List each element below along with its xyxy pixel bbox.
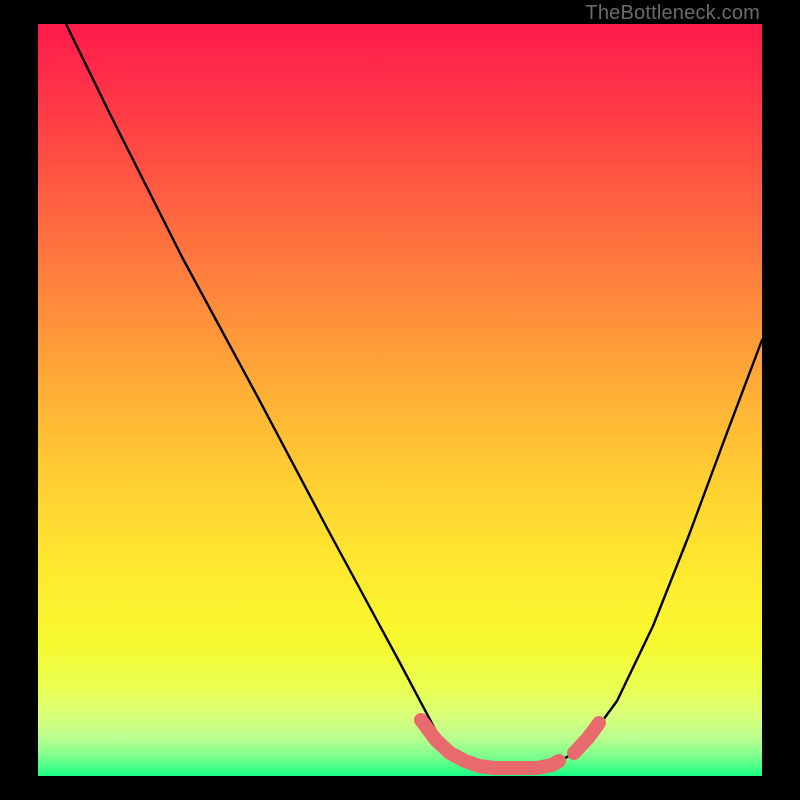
chart-frame: TheBottleneck.com	[0, 0, 800, 800]
v-curve	[66, 24, 762, 768]
watermark-text: TheBottleneck.com	[585, 2, 760, 25]
gradient-plot-area	[38, 24, 762, 776]
highlight-right	[574, 723, 599, 753]
chart-svg	[38, 24, 762, 776]
highlight-left	[421, 720, 559, 768]
